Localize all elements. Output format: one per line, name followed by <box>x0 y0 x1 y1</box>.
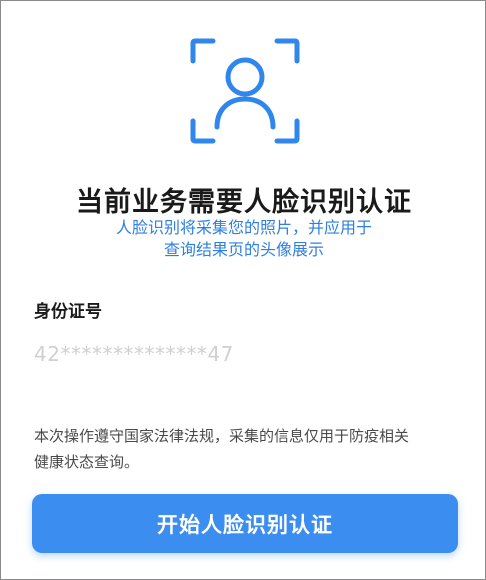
subtitle-line: 人脸识别将采集您的照片，并应用于 <box>115 218 372 237</box>
id-number-label: 身份证号 <box>34 302 102 322</box>
face-recognition-icon <box>190 38 300 144</box>
subtitle-line: 查询结果页的头像展示 <box>163 240 324 259</box>
notice-line: 健康状态查询。 <box>34 453 140 471</box>
page-title: 当前业务需要人脸识别认证 <box>76 187 412 218</box>
start-face-auth-button[interactable]: 开始人脸识别认证 <box>32 494 458 553</box>
notice-line: 本次操作遵守国家法律法规，采集的信息仅用于防疫相关 <box>34 427 410 445</box>
page-subtitle: 人脸识别将采集您的照片，并应用于 查询结果页的头像展示 <box>1 217 486 261</box>
face-auth-page: 当前业务需要人脸识别认证 人脸识别将采集您的照片，并应用于 查询结果页的头像展示… <box>0 0 486 580</box>
privacy-notice: 本次操作遵守国家法律法规，采集的信息仅用于防疫相关 健康状态查询。 <box>34 423 460 475</box>
id-number-field[interactable] <box>34 339 454 369</box>
